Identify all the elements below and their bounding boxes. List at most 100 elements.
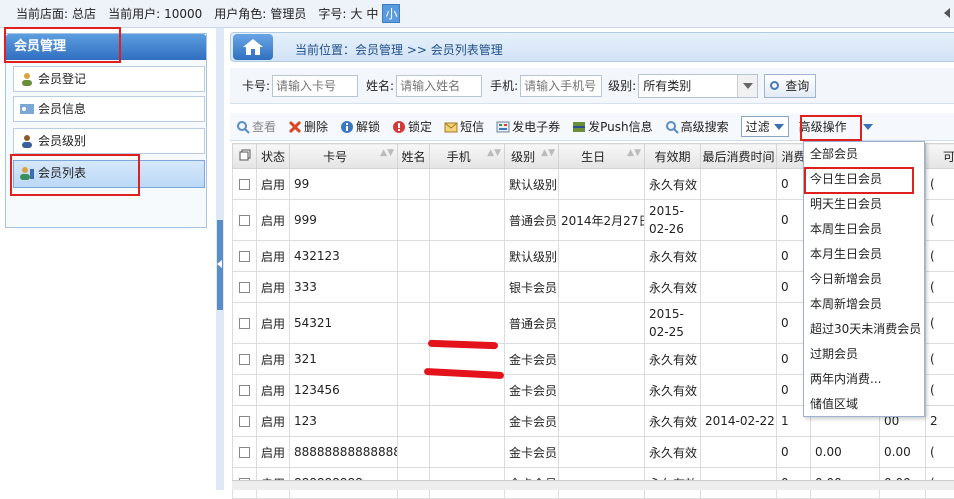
- table-row[interactable]: 启用888888888888888888金卡会员永久有效00.000.00(: [233, 437, 954, 468]
- table-cell: 启用: [257, 241, 290, 272]
- home-button[interactable]: [233, 34, 273, 60]
- lock-button[interactable]: 锁定: [392, 118, 432, 135]
- filter-option[interactable]: 全部会员: [804, 142, 924, 167]
- table-cell: [701, 272, 777, 303]
- table-cell: [430, 169, 505, 200]
- table-cell: 永久有效: [645, 437, 701, 468]
- alert-icon: [392, 120, 406, 134]
- magnifier-icon: [665, 120, 679, 134]
- font-size-medium[interactable]: 中: [366, 5, 378, 22]
- row-checkbox-cell[interactable]: [233, 169, 257, 200]
- send-coupon-button[interactable]: 发电子券: [496, 118, 560, 135]
- filter-option[interactable]: 今日新增会员: [804, 267, 924, 292]
- table-cell: [559, 437, 645, 468]
- user-value: 10000: [164, 7, 202, 21]
- table-cell: 永久有效: [645, 241, 701, 272]
- col-birthday[interactable]: 生日▲▼: [559, 144, 645, 169]
- table-cell: 启用: [257, 200, 290, 241]
- level-select[interactable]: 所有类别: [638, 74, 758, 98]
- sidebar-item-member-register[interactable]: 会员登记: [13, 66, 205, 92]
- row-checkbox[interactable]: [239, 179, 250, 190]
- sidebar-item-label: 会员登记: [38, 72, 86, 86]
- row-checkbox-cell[interactable]: [233, 241, 257, 272]
- filter-option[interactable]: 本周生日会员: [804, 217, 924, 242]
- select-all-header[interactable]: [233, 144, 257, 169]
- dropdown-arrow-icon[interactable]: [737, 75, 757, 97]
- row-checkbox-cell[interactable]: [233, 200, 257, 241]
- table-cell: 普通会员: [505, 200, 559, 241]
- annotation-box: [800, 115, 862, 141]
- card-number-input[interactable]: [272, 75, 358, 97]
- row-checkbox-cell[interactable]: [233, 344, 257, 375]
- table-cell: 永久有效: [645, 406, 701, 437]
- phone-input[interactable]: [520, 75, 602, 97]
- filter-option[interactable]: 过期会员: [804, 342, 924, 367]
- name-input[interactable]: [396, 75, 482, 97]
- row-checkbox-cell[interactable]: [233, 303, 257, 344]
- sort-icon[interactable]: ▲▼: [487, 148, 501, 158]
- col-card-number[interactable]: 卡号▲▼: [290, 144, 398, 169]
- horizontal-scrollbar[interactable]: [232, 480, 954, 490]
- unlock-button[interactable]: 解锁: [340, 118, 380, 135]
- filter-label: 过滤: [746, 118, 770, 135]
- delete-button[interactable]: 删除: [288, 118, 328, 135]
- filter-option[interactable]: 超过30天未消费会员: [804, 317, 924, 342]
- row-checkbox[interactable]: [239, 416, 250, 427]
- table-cell: 永久有效: [645, 272, 701, 303]
- table-cell: [701, 169, 777, 200]
- table-cell: [398, 375, 430, 406]
- advanced-search-button[interactable]: 高级搜索: [665, 118, 729, 135]
- sms-button[interactable]: 短信: [444, 118, 484, 135]
- col-level[interactable]: 级别▲▼: [505, 144, 559, 169]
- query-button[interactable]: 查询: [764, 74, 816, 98]
- row-checkbox[interactable]: [239, 318, 250, 329]
- filter-option[interactable]: 本月生日会员: [804, 242, 924, 267]
- table-cell: [559, 303, 645, 344]
- filter-option[interactable]: 明天生日会员: [804, 192, 924, 217]
- sort-icon[interactable]: ▲▼: [627, 148, 641, 158]
- col-phone[interactable]: 手机▲▼: [430, 144, 505, 169]
- home-icon: [233, 34, 273, 60]
- chevron-down-icon: [774, 124, 784, 130]
- row-checkbox-cell[interactable]: [233, 375, 257, 406]
- row-checkbox-cell[interactable]: [233, 272, 257, 303]
- col-available[interactable]: 可: [926, 144, 954, 169]
- table-cell: (: [926, 437, 954, 468]
- font-size-large[interactable]: 大: [350, 5, 362, 22]
- row-checkbox[interactable]: [239, 251, 250, 262]
- query-button-label: 查询: [785, 79, 809, 93]
- table-cell: [701, 303, 777, 344]
- table-cell: 默认级别: [505, 169, 559, 200]
- sort-icon[interactable]: ▲▼: [380, 148, 394, 158]
- send-push-button[interactable]: 发Push信息: [572, 118, 653, 135]
- row-checkbox[interactable]: [239, 385, 250, 396]
- row-checkbox-cell[interactable]: [233, 406, 257, 437]
- row-checkbox[interactable]: [239, 282, 250, 293]
- filter-option[interactable]: 储值区域: [804, 392, 924, 417]
- collapse-arrow-icon[interactable]: [944, 8, 950, 18]
- filter-option[interactable]: 本周新增会员: [804, 292, 924, 317]
- col-name[interactable]: 姓名: [398, 144, 430, 169]
- row-checkbox-cell[interactable]: [233, 437, 257, 468]
- sidebar-item-member-info[interactable]: 会员信息: [13, 96, 205, 122]
- filter-option[interactable]: 两年内消费...: [804, 367, 924, 392]
- font-size-label: 字号:: [318, 5, 346, 22]
- col-status[interactable]: 状态: [257, 144, 290, 169]
- checkbox-group-icon: [239, 149, 251, 161]
- table-cell: 333: [290, 272, 398, 303]
- sidebar-item-member-level[interactable]: 会员级别: [13, 128, 205, 154]
- font-size-small[interactable]: 小: [382, 4, 400, 23]
- col-validity[interactable]: 有效期: [645, 144, 701, 169]
- view-button[interactable]: 查看: [236, 118, 276, 135]
- row-checkbox[interactable]: [239, 215, 250, 226]
- row-checkbox[interactable]: [239, 354, 250, 365]
- col-last-purchase[interactable]: 最后消费时间: [701, 144, 777, 169]
- sort-icon[interactable]: ▲▼: [541, 148, 555, 158]
- row-checkbox[interactable]: [239, 447, 250, 458]
- sms-label: 短信: [460, 118, 484, 135]
- sidebar-splitter[interactable]: [216, 28, 224, 490]
- collapse-sidebar-handle[interactable]: [217, 220, 223, 310]
- filter-button[interactable]: 过滤: [741, 116, 789, 137]
- delete-label: 删除: [304, 118, 328, 135]
- sidebar-item-label: 会员信息: [38, 102, 86, 116]
